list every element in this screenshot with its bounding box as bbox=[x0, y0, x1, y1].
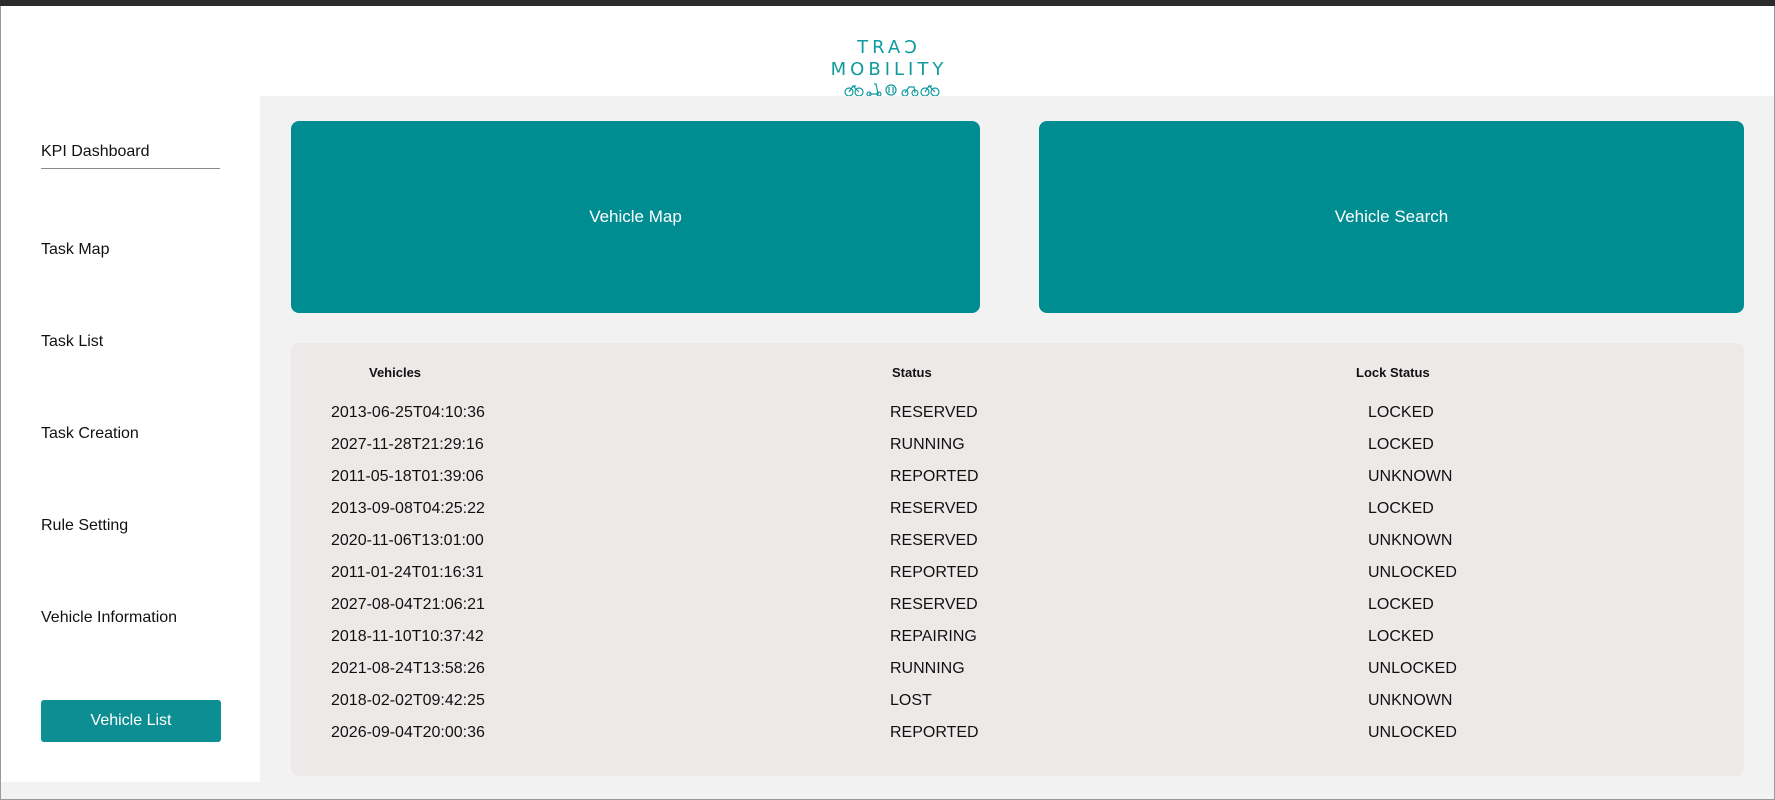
lock-status-cell: LOCKED bbox=[1368, 404, 1434, 421]
lock-status-cell: UNLOCKED bbox=[1368, 724, 1457, 741]
table-row[interactable]: 2011-01-24T01:16:31 REPORTED UNLOCKED bbox=[291, 563, 1744, 595]
table-row[interactable]: 2018-02-02T09:42:25 LOST UNKNOWN bbox=[291, 691, 1744, 723]
sidebar-item-task-list[interactable]: Task List bbox=[41, 332, 103, 352]
vehicle-cell: 2027-08-04T21:06:21 bbox=[331, 596, 485, 613]
status-cell: RUNNING bbox=[890, 660, 965, 677]
sidebar-item-task-map[interactable]: Task Map bbox=[41, 240, 109, 260]
table-row[interactable]: 2013-09-08T04:25:22 RESERVED LOCKED bbox=[291, 499, 1744, 531]
table-row[interactable]: 2027-11-28T21:29:16 RUNNING LOCKED bbox=[291, 435, 1744, 467]
lock-status-cell: UNKNOWN bbox=[1368, 532, 1453, 549]
status-cell: RESERVED bbox=[890, 596, 978, 613]
lock-status-cell: UNKNOWN bbox=[1368, 468, 1453, 485]
bicycle-icon bbox=[920, 85, 940, 97]
moped-icon bbox=[901, 86, 919, 97]
lock-status-cell: LOCKED bbox=[1368, 500, 1434, 517]
table-row[interactable]: 2027-08-04T21:06:21 RESERVED LOCKED bbox=[291, 595, 1744, 627]
lock-status-cell: UNLOCKED bbox=[1368, 564, 1457, 581]
logo-text: TRAƆ MOBILITY bbox=[830, 37, 948, 80]
table-row[interactable]: 2020-11-06T13:01:00 RESERVED UNKNOWN bbox=[291, 531, 1744, 563]
lock-status-cell: LOCKED bbox=[1368, 628, 1434, 645]
status-cell: RESERVED bbox=[890, 404, 978, 421]
status-cell: REPORTED bbox=[890, 468, 979, 485]
table-row[interactable]: 2011-05-18T01:39:06 REPORTED UNKNOWN bbox=[291, 467, 1744, 499]
bicycle-icon bbox=[844, 85, 864, 97]
header: TRAƆ MOBILITY bbox=[1, 6, 1774, 97]
vehicle-search-button[interactable]: Vehicle Search bbox=[1039, 121, 1744, 313]
status-cell: RESERVED bbox=[890, 500, 978, 517]
sidebar-item-kpi-dashboard[interactable]: KPI Dashboard bbox=[41, 142, 220, 169]
status-cell: REPAIRING bbox=[890, 628, 977, 645]
vehicle-cell: 2021-08-24T13:58:26 bbox=[331, 660, 485, 677]
vehicle-table: Vehicles Status Lock Status 2013-06-25T0… bbox=[291, 343, 1744, 776]
sidebar-item-rule-setting[interactable]: Rule Setting bbox=[41, 516, 128, 536]
vehicle-cell: 2011-05-18T01:39:06 bbox=[331, 468, 484, 485]
table-row[interactable]: 2013-06-25T04:10:36 RESERVED LOCKED bbox=[291, 403, 1744, 435]
vehicle-cell: 2011-01-24T01:16:31 bbox=[331, 564, 484, 581]
lock-status-cell: UNKNOWN bbox=[1368, 692, 1453, 709]
logo[interactable]: TRAƆ MOBILITY bbox=[794, 37, 984, 97]
app-window: TRAƆ MOBILITY KPI Dashboard Task Map Tas… bbox=[0, 6, 1775, 800]
vehicle-cell: 2018-02-02T09:42:25 bbox=[331, 692, 485, 709]
sidebar-item-task-creation[interactable]: Task Creation bbox=[41, 424, 139, 444]
status-cell: REPORTED bbox=[890, 564, 979, 581]
lock-status-cell: LOCKED bbox=[1368, 596, 1434, 613]
sidebar-item-vehicle-information[interactable]: Vehicle Information bbox=[41, 608, 177, 628]
status-cell: LOST bbox=[890, 692, 932, 709]
sidebar: KPI Dashboard Task Map Task List Task Cr… bbox=[1, 96, 260, 782]
status-cell: RUNNING bbox=[890, 436, 965, 453]
lock-status-cell: LOCKED bbox=[1368, 436, 1434, 453]
vehicle-cell: 2026-09-04T20:00:36 bbox=[331, 724, 485, 741]
vehicle-list-button[interactable]: Vehicle List bbox=[41, 700, 221, 742]
main-content: Vehicle Map Vehicle Search Vehicles Stat… bbox=[260, 96, 1774, 782]
bottom-margin bbox=[1, 782, 1774, 799]
status-cell: RESERVED bbox=[890, 532, 978, 549]
column-header-lock-status: Lock Status bbox=[1356, 365, 1430, 380]
vehicle-cell: 2027-11-28T21:29:16 bbox=[331, 436, 484, 453]
vehicle-cell: 2020-11-06T13:01:00 bbox=[331, 532, 484, 549]
column-header-vehicles: Vehicles bbox=[369, 365, 422, 380]
column-header-status: Status bbox=[892, 365, 932, 380]
lock-status-cell: UNLOCKED bbox=[1368, 660, 1457, 677]
battery-icon bbox=[885, 84, 897, 96]
vehicle-cell: 2013-06-25T04:10:36 bbox=[331, 404, 485, 421]
status-cell: REPORTED bbox=[890, 724, 979, 741]
scooter-icon bbox=[866, 83, 882, 97]
vehicle-icons bbox=[844, 83, 940, 97]
vehicle-cell: 2013-09-08T04:25:22 bbox=[331, 500, 485, 517]
vehicle-map-button[interactable]: Vehicle Map bbox=[291, 121, 980, 313]
table-row[interactable]: 2021-08-24T13:58:26 RUNNING UNLOCKED bbox=[291, 659, 1744, 691]
vehicle-cell: 2018-11-10T10:37:42 bbox=[331, 628, 484, 645]
table-row[interactable]: 2026-09-04T20:00:36 REPORTED UNLOCKED bbox=[291, 723, 1744, 755]
table-row[interactable]: 2018-11-10T10:37:42 REPAIRING LOCKED bbox=[291, 627, 1744, 659]
